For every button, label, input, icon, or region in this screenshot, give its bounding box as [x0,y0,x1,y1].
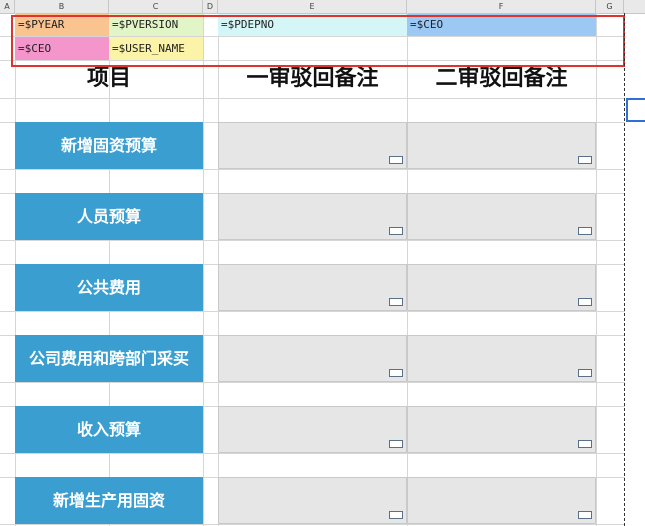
comment-icon[interactable] [389,156,403,164]
comment-icon[interactable] [578,298,592,306]
row-label-company-expenses-cross-dept[interactable]: 公司费用和跨部门采买 [15,335,203,382]
second-review-note-cell[interactable] [407,193,596,240]
highlight-box [11,15,625,67]
column-header-c[interactable]: C [109,0,203,13]
second-review-note-cell[interactable] [407,477,596,524]
first-review-note-cell[interactable] [218,193,407,240]
row-label-new-fixed-assets-budget[interactable]: 新增固资预算 [15,122,203,169]
first-review-note-cell[interactable] [218,264,407,311]
comment-icon[interactable] [578,440,592,448]
column-header-d[interactable]: D [203,0,218,13]
page-break-line [624,13,625,526]
header-item: 项目 [86,66,131,91]
column-header-g[interactable]: G [596,0,624,13]
row-label-revenue-budget[interactable]: 收入预算 [15,406,203,453]
header-second-review-notes: 二审驳回备注 [435,66,568,91]
header-first-review-notes: 一审驳回备注 [246,66,379,91]
row-label-personnel-budget[interactable]: 人员预算 [15,193,203,240]
column-header-e[interactable]: E [218,0,407,13]
comment-icon[interactable] [389,369,403,377]
first-review-note-cell[interactable] [218,406,407,453]
first-review-note-cell[interactable] [218,477,407,524]
row-label-new-production-fixed-assets[interactable]: 新增生产用固资 [15,477,203,524]
comment-icon[interactable] [389,440,403,448]
first-review-note-cell[interactable] [218,122,407,169]
column-header-b[interactable]: B [15,0,109,13]
spreadsheet: A B C D E F G =$PYEAR =$PVERSION =$PDEPN… [0,0,645,526]
selected-cell-indicator[interactable] [626,98,645,122]
comment-icon[interactable] [389,298,403,306]
second-review-note-cell[interactable] [407,406,596,453]
second-review-note-cell[interactable] [407,122,596,169]
comment-icon[interactable] [578,227,592,235]
column-header-h[interactable] [624,0,645,13]
row-label-public-expenses[interactable]: 公共费用 [15,264,203,311]
column-header-bar: A B C D E F G [0,0,645,14]
first-review-note-cell[interactable] [218,335,407,382]
comment-icon[interactable] [389,227,403,235]
second-review-note-cell[interactable] [407,335,596,382]
comment-icon[interactable] [578,156,592,164]
column-header-f[interactable]: F [407,0,596,13]
comment-icon[interactable] [578,511,592,519]
comment-icon[interactable] [578,369,592,377]
comment-icon[interactable] [389,511,403,519]
second-review-note-cell[interactable] [407,264,596,311]
column-header-a[interactable]: A [0,0,15,13]
